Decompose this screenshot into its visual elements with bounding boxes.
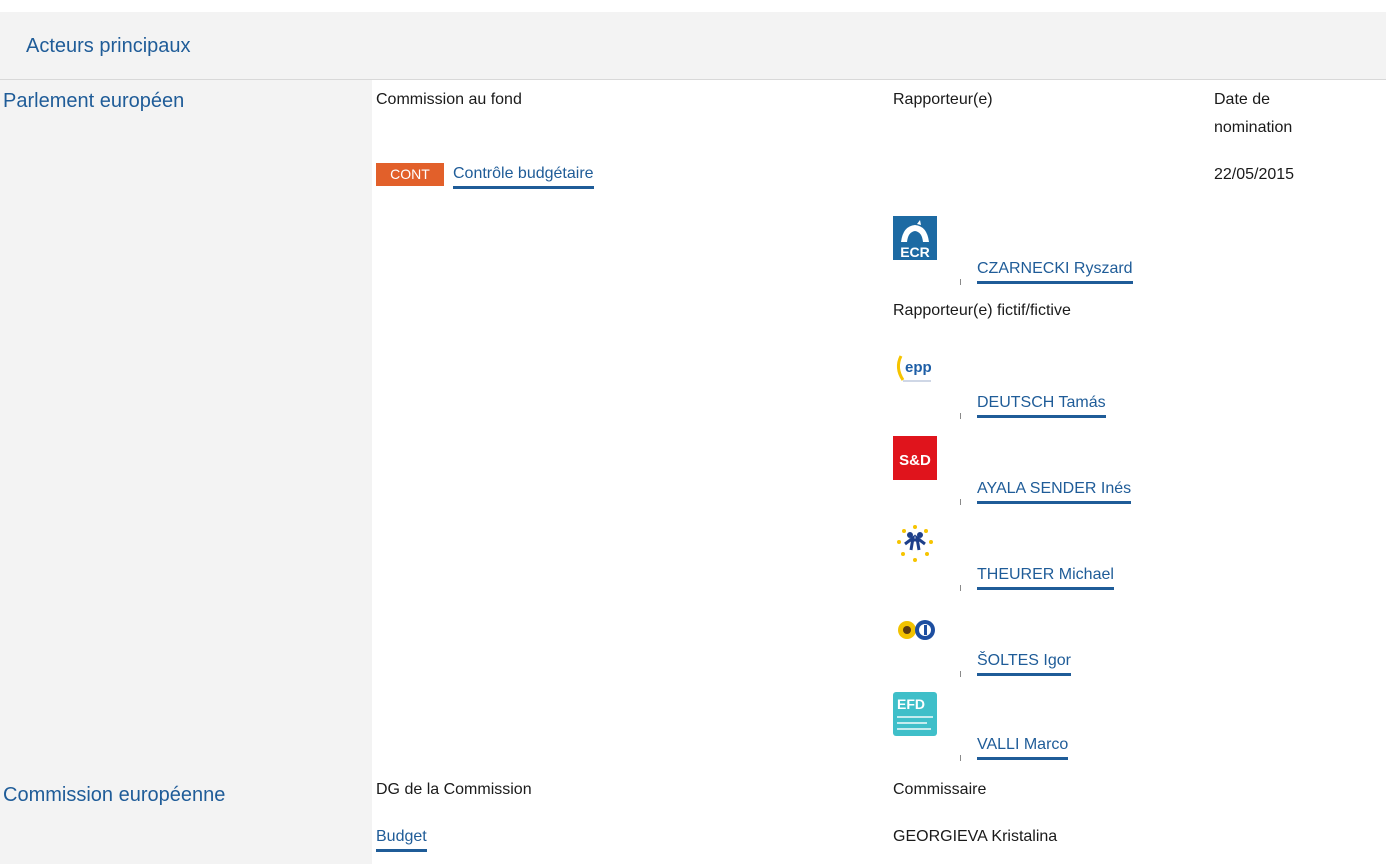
- committee-column-header: Commission au fond: [376, 91, 522, 108]
- divider: [960, 755, 961, 761]
- shadow-rapporteur-link[interactable]: AYALA SENDER Inés: [977, 478, 1132, 504]
- greens-efa-logo-icon: [893, 608, 937, 652]
- rapporteur-column-header: Rapporteur(e): [893, 91, 993, 108]
- shadow-rapporteur-link[interactable]: DEUTSCH Tamás: [977, 392, 1106, 418]
- ecr-logo-icon: ECR: [893, 216, 937, 260]
- commission-title: Commission européenne: [3, 784, 226, 806]
- section-title: Acteurs principaux: [26, 35, 191, 57]
- shadow-rapporteur-link[interactable]: THEURER Michael: [977, 564, 1114, 590]
- nomination-date: 22/05/2015: [1214, 166, 1295, 183]
- svg-text:S&D: S&D: [899, 452, 931, 469]
- sd-logo-icon: S&D: [893, 436, 937, 480]
- divider: [960, 279, 961, 285]
- divider: [960, 413, 961, 419]
- divider: [960, 499, 961, 505]
- svg-text:EFD: EFD: [897, 696, 925, 712]
- divider: [960, 585, 961, 591]
- shadow-rapporteur-link[interactable]: VALLI Marco: [977, 734, 1069, 760]
- svg-text:ECR: ECR: [900, 244, 930, 260]
- rapporteur-link[interactable]: CZARNECKI Ryszard: [977, 258, 1133, 284]
- committee-link[interactable]: Contrôle budgétaire: [453, 163, 594, 189]
- dg-link[interactable]: Budget: [376, 826, 427, 852]
- date-column-header-line2: nomination: [1214, 119, 1293, 136]
- divider: [960, 671, 961, 677]
- commissioner-column-header: Commissaire: [893, 781, 987, 798]
- commissioner-name: GEORGIEVA Kristalina: [893, 828, 1058, 845]
- shadow-rapporteur-label: Rapporteur(e) fictif/fictive: [893, 302, 1071, 319]
- dg-column-header: DG de la Commission: [376, 781, 532, 798]
- parliament-title: Parlement européen: [3, 90, 185, 112]
- date-column-header-line1: Date de: [1214, 91, 1271, 108]
- efd-logo-icon: EFD: [893, 692, 937, 736]
- section-header: Acteurs principaux: [0, 12, 1386, 80]
- epp-logo-icon: epp: [893, 350, 937, 394]
- svg-text:epp: epp: [905, 359, 932, 376]
- left-column: [0, 80, 372, 864]
- committee-badge: CONT: [376, 163, 444, 186]
- shadow-rapporteur-link[interactable]: ŠOLTES Igor: [977, 650, 1071, 676]
- alde-logo-icon: [893, 522, 937, 566]
